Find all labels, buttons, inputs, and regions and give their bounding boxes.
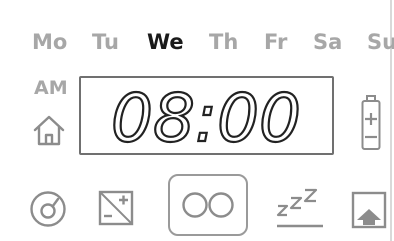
day-tuesday[interactable]: Tu bbox=[92, 30, 119, 54]
away-icon[interactable] bbox=[349, 190, 389, 230]
day-saturday[interactable]: Sa bbox=[313, 30, 342, 54]
time-display: 08:00 bbox=[79, 76, 334, 155]
day-wednesday[interactable]: We bbox=[147, 30, 184, 54]
presence-button[interactable] bbox=[168, 174, 248, 236]
day-sunday[interactable]: Su bbox=[367, 30, 394, 54]
battery-icon bbox=[361, 95, 381, 150]
time-readout: 08:00 bbox=[111, 80, 301, 153]
weekday-selector: Mo Tu We Th Fr Sa Su bbox=[0, 30, 394, 60]
day-monday[interactable]: Mo bbox=[32, 30, 67, 54]
day-thursday[interactable]: Th bbox=[209, 30, 238, 54]
day-friday[interactable]: Fr bbox=[264, 30, 287, 54]
manual-temp-icon[interactable] bbox=[96, 188, 136, 228]
auto-mode-icon[interactable] bbox=[28, 189, 68, 229]
am-pm-indicator: AM bbox=[34, 77, 68, 99]
sleep-icon[interactable] bbox=[275, 182, 325, 230]
presence-icon bbox=[182, 192, 234, 218]
home-icon bbox=[33, 115, 65, 146]
